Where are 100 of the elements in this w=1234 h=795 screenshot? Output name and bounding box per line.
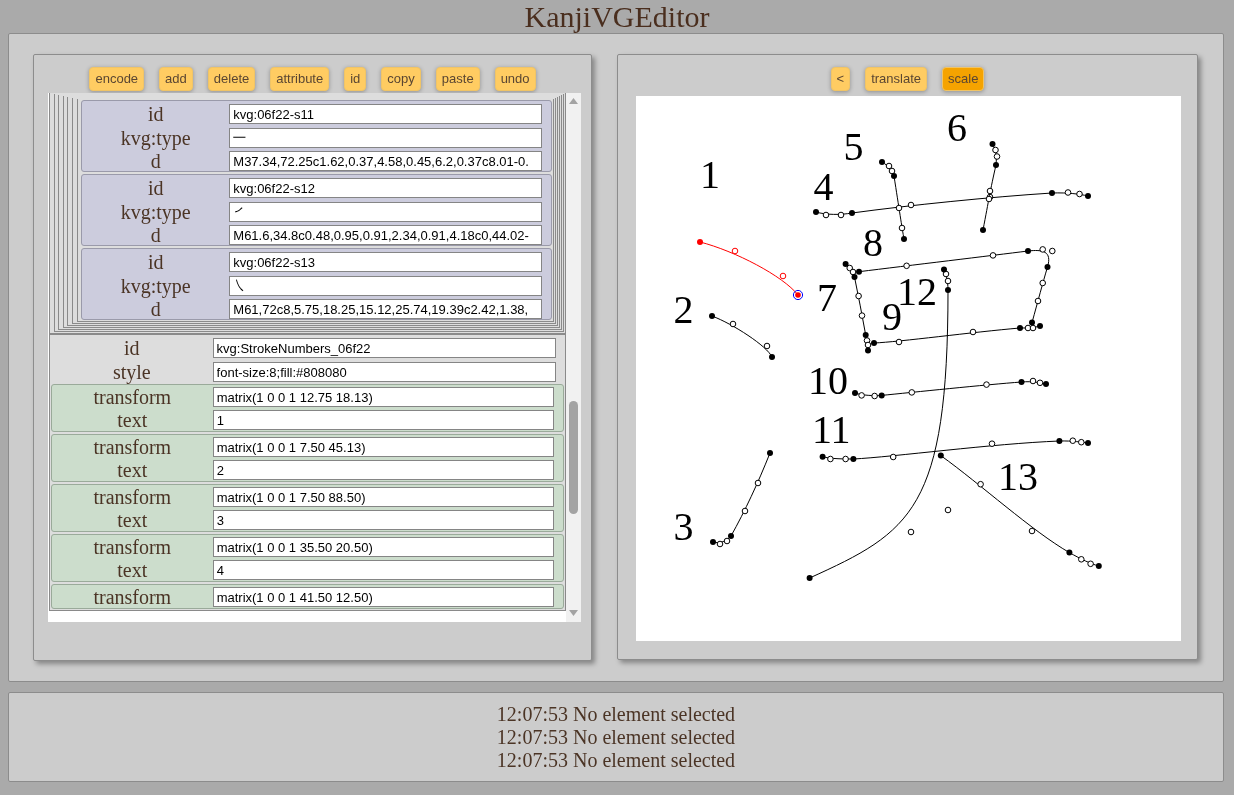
path-element[interactable]: id kvg:06f22-s13 kvg:type ㇏ d M61,72c8,5.75,18.25,15.12,25.74,19.39c2.42,1.38, — [81, 248, 552, 320]
control-point[interactable] — [895, 204, 903, 212]
attribute-value-field[interactable]: matrix(1 0 0 1 35.50 20.50) — [212, 537, 554, 557]
control-point[interactable] — [871, 392, 878, 400]
anchor-point[interactable] — [1066, 549, 1073, 556]
attribute-value-field[interactable]: ㇏ — [229, 275, 542, 296]
anchor-point[interactable] — [1025, 248, 1031, 254]
control-point[interactable] — [754, 479, 762, 487]
control-point[interactable] — [889, 453, 897, 461]
control-point[interactable] — [858, 392, 865, 399]
control-point[interactable] — [1024, 324, 1032, 332]
stroke-path[interactable] — [842, 261, 872, 354]
control-point[interactable] — [969, 328, 977, 336]
anchor-point[interactable] — [879, 159, 885, 165]
control-point[interactable] — [741, 507, 749, 515]
attribute-value-field[interactable]: matrix(1 0 0 1 41.50 12.50) — [212, 587, 554, 607]
toolbar-button[interactable]: copy — [381, 67, 421, 91]
control-point[interactable] — [1039, 246, 1046, 253]
control-point[interactable] — [1049, 247, 1056, 255]
anchor-point[interactable] — [767, 450, 773, 456]
control-point[interactable] — [993, 153, 1001, 160]
control-point[interactable] — [837, 211, 845, 219]
control-point[interactable] — [1076, 190, 1083, 198]
control-point[interactable] — [849, 268, 857, 276]
anchor-point[interactable] — [1085, 193, 1091, 199]
control-point[interactable] — [858, 312, 866, 319]
control-point[interactable] — [864, 341, 872, 349]
stroke-path[interactable] — [710, 450, 773, 548]
control-point[interactable] — [983, 381, 990, 388]
control-point[interactable] — [908, 389, 916, 396]
attribute-value-field[interactable]: 2 — [212, 460, 554, 480]
control-point[interactable] — [723, 537, 731, 545]
anchor-point[interactable] — [769, 354, 775, 360]
path-element[interactable]: id kvg:06f22-s11 kvg:type ㇐ d M37.34,72.25c1.62,0.37,4.58,0.45,6.2,0.37c8.01-0. — [81, 100, 552, 172]
attribute-value-field[interactable]: font-size:8;fill:#808080 — [212, 362, 556, 382]
control-point[interactable] — [895, 338, 903, 346]
anchor-point[interactable] — [993, 162, 999, 168]
anchor-point[interactable] — [1085, 440, 1091, 446]
control-point[interactable] — [992, 146, 999, 154]
anchor-point[interactable] — [1095, 563, 1102, 569]
anchor-point[interactable] — [891, 173, 897, 179]
control-point[interactable] — [846, 264, 853, 272]
control-point[interactable] — [1078, 556, 1085, 563]
anchor-point[interactable] — [865, 347, 871, 354]
anchor-point[interactable] — [1044, 264, 1051, 270]
anchor-point[interactable] — [728, 533, 734, 539]
anchor-point[interactable] — [851, 274, 858, 280]
toolbar-button[interactable]: id — [344, 67, 367, 91]
control-point[interactable] — [907, 528, 915, 536]
anchor-point[interactable] — [850, 456, 857, 462]
control-point[interactable] — [822, 211, 830, 219]
control-point[interactable] — [1034, 297, 1042, 305]
stroke-path[interactable] — [709, 313, 775, 360]
toolbar-button[interactable]: delete — [207, 67, 256, 91]
selected-anchor-point[interactable] — [792, 289, 804, 301]
anchor-point[interactable] — [1056, 438, 1063, 444]
anchor-point[interactable] — [901, 236, 907, 242]
attribute-value-field[interactable]: kvg:StrokeNumbers_06f22 — [212, 338, 556, 358]
stroke-path[interactable] — [806, 266, 952, 581]
attribute-value-field[interactable]: kvg:06f22-s11 — [229, 104, 542, 124]
anchor-point[interactable] — [1037, 323, 1043, 329]
attribute-value-field[interactable]: ㇒ — [229, 201, 542, 222]
anchor-point[interactable] — [1029, 319, 1035, 326]
control-point[interactable] — [842, 455, 849, 463]
anchor-point[interactable] — [862, 332, 869, 338]
attribute-value-field[interactable]: M61.6,34.8c0.48,0.95,0.91,2.34,0.91,4.18c0,44.02- — [229, 225, 542, 245]
toolbar-button[interactable]: scale — [942, 67, 985, 91]
toolbar-button[interactable]: attribute — [270, 67, 330, 91]
control-point[interactable] — [898, 224, 906, 232]
stroke-path[interactable] — [937, 452, 1102, 569]
attribute-value-field[interactable]: 3 — [212, 510, 554, 530]
toolbar-button[interactable]: translate — [865, 67, 928, 91]
control-point[interactable] — [729, 320, 737, 328]
attribute-value-field[interactable]: matrix(1 0 0 1 7.50 45.13) — [212, 437, 554, 457]
control-point[interactable] — [977, 480, 984, 488]
anchor-point[interactable] — [1018, 379, 1025, 385]
anchor-point[interactable] — [878, 392, 885, 399]
control-point[interactable] — [1064, 189, 1072, 196]
toolbar-button[interactable]: encode — [89, 67, 145, 91]
control-point[interactable] — [885, 162, 893, 170]
anchor-point[interactable] — [945, 287, 951, 293]
anchor-point[interactable] — [813, 209, 819, 215]
anchor-point[interactable] — [710, 539, 716, 545]
control-point[interactable] — [903, 262, 910, 270]
text-element[interactable]: transform matrix(1 0 0 1 41.50 12.50) — [51, 584, 564, 609]
toolbar-button[interactable]: paste — [435, 67, 480, 91]
attribute-value-field[interactable]: 4 — [212, 560, 554, 580]
anchor-point[interactable] — [709, 313, 715, 319]
toolbar-button[interactable]: undo — [494, 67, 536, 91]
anchor-point[interactable] — [849, 210, 855, 216]
toolbar-button[interactable]: add — [159, 67, 193, 91]
attribute-value-field[interactable]: kvg:06f22-s13 — [229, 252, 542, 272]
control-point[interactable] — [944, 506, 952, 514]
anchor-point[interactable] — [852, 390, 858, 396]
attribute-value-field[interactable]: matrix(1 0 0 1 7.50 88.50) — [212, 487, 554, 507]
control-point[interactable] — [989, 252, 997, 259]
anchor-point[interactable] — [871, 340, 877, 346]
control-point[interactable] — [907, 201, 915, 209]
control-point[interactable] — [855, 292, 862, 300]
anchor-point[interactable] — [941, 266, 947, 273]
